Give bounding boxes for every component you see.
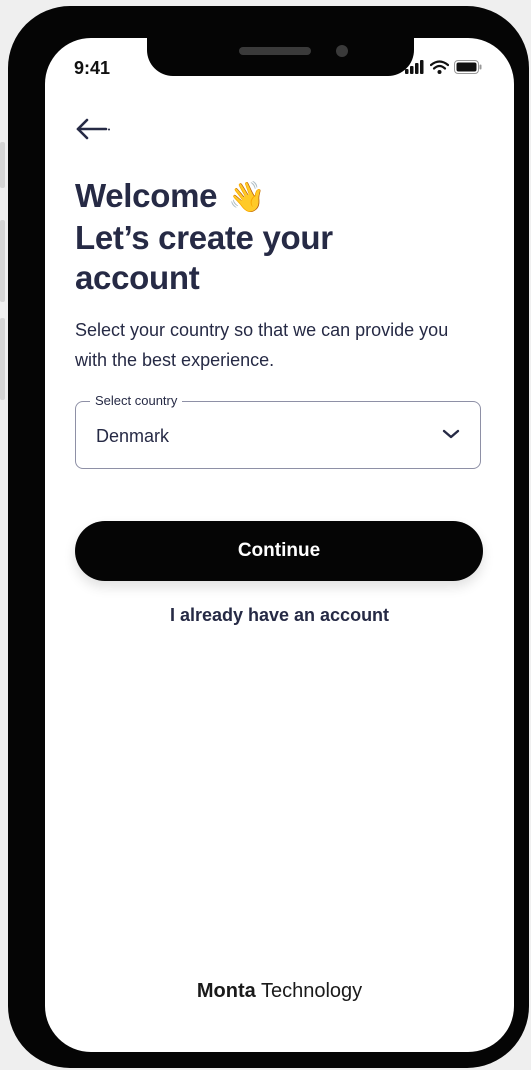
title-welcome-text: Welcome bbox=[75, 177, 218, 214]
brand-name: Monta bbox=[196, 980, 256, 1002]
speaker-grille bbox=[239, 47, 311, 55]
side-button-volume-down bbox=[0, 318, 5, 400]
page-subtitle: Select your country so that we can provi… bbox=[75, 320, 449, 370]
back-button[interactable] bbox=[75, 114, 115, 144]
title-line-account: account bbox=[75, 259, 200, 297]
side-button-mute bbox=[0, 142, 5, 188]
brand-suffix: Technology bbox=[260, 980, 363, 1002]
continue-button[interactable]: Continue bbox=[75, 521, 483, 581]
page-title: Welcome 👋 Let’s create your account bbox=[75, 176, 485, 298]
front-camera bbox=[336, 45, 348, 57]
arrow-left-icon bbox=[76, 118, 110, 140]
battery-icon bbox=[454, 60, 482, 74]
title-line-create: Let’s create your bbox=[75, 219, 333, 257]
wifi-icon bbox=[430, 60, 449, 74]
login-link[interactable]: I already have an account bbox=[45, 605, 514, 626]
status-icons bbox=[405, 60, 482, 74]
country-select-value: Denmark bbox=[96, 426, 170, 446]
title-line-welcome: Welcome 👋 bbox=[75, 176, 485, 218]
waving-hand-icon: 👋 bbox=[228, 181, 266, 215]
phone-notch bbox=[147, 30, 414, 76]
app-screen: 9:41 Welcome 👋 Let’s create your account… bbox=[45, 38, 514, 1052]
status-time: 9:41 bbox=[74, 58, 111, 78]
chevron-down-icon bbox=[442, 429, 460, 439]
phone-frame: 9:41 Welcome 👋 Let’s create your account… bbox=[0, 6, 529, 1068]
side-button-volume-up bbox=[0, 220, 5, 302]
brand-footer: Monta Technology bbox=[45, 980, 514, 1003]
country-select-label: Select country bbox=[90, 393, 183, 408]
country-select[interactable]: Select country Denmark bbox=[75, 393, 481, 469]
